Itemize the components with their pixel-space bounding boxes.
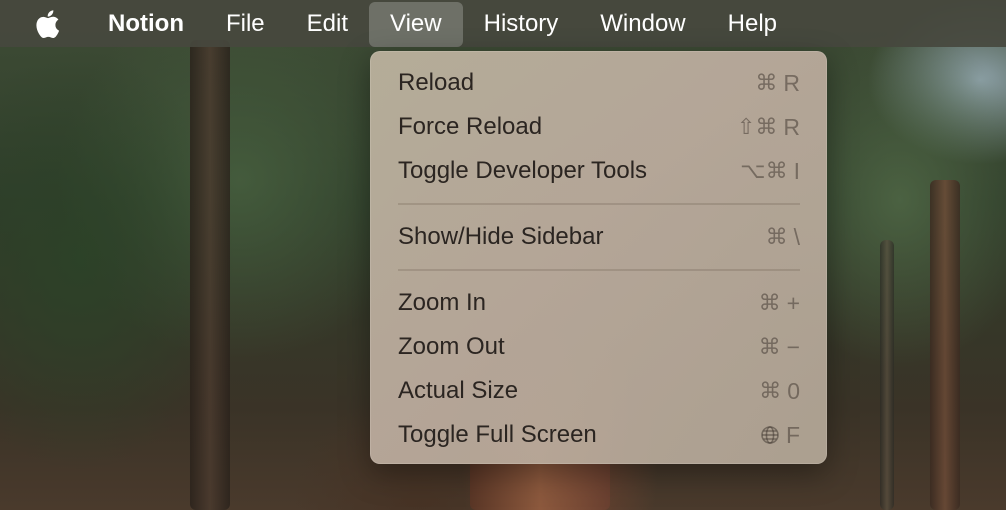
- menubar-file[interactable]: File: [205, 0, 286, 47]
- command-key-icon: ⌘: [758, 334, 781, 360]
- shortcut-key: F: [785, 421, 800, 448]
- menubar-edit[interactable]: Edit: [286, 0, 369, 47]
- shortcut-key: +: [786, 289, 800, 316]
- command-key-icon: ⌘: [755, 70, 778, 96]
- menu-separator: [398, 203, 800, 205]
- shortcut-key: R: [783, 113, 800, 140]
- option-command-key-icon: ⌥⌘: [740, 158, 788, 184]
- menu-item-label: Zoom In: [398, 289, 487, 316]
- menu-item-show-hide-sidebar[interactable]: Show/Hide Sidebar ⌘ \: [370, 215, 827, 259]
- shift-command-key-icon: ⇧⌘: [736, 114, 778, 140]
- keyboard-shortcut: ⌘ R: [755, 70, 800, 97]
- shortcut-key: \: [793, 223, 800, 250]
- globe-icon: [761, 426, 779, 444]
- menu-item-label: Toggle Full Screen: [398, 421, 597, 448]
- menu-item-toggle-full-screen[interactable]: Toggle Full Screen F: [370, 413, 827, 457]
- shortcut-key: R: [783, 69, 800, 96]
- shortcut-key: 0: [787, 377, 800, 404]
- apple-logo-icon[interactable]: [32, 9, 62, 39]
- menu-item-label: Toggle Developer Tools: [398, 157, 648, 184]
- keyboard-shortcut: ⇧⌘ R: [737, 114, 800, 141]
- menubar-help[interactable]: Help: [707, 0, 798, 47]
- menubar-app-name[interactable]: Notion: [84, 0, 205, 47]
- menu-item-zoom-in[interactable]: Zoom In ⌘ +: [370, 281, 827, 325]
- menu-item-label: Reload: [398, 69, 475, 96]
- menu-item-toggle-developer-tools[interactable]: Toggle Developer Tools ⌥⌘ I: [370, 149, 827, 193]
- tree-trunk: [930, 180, 960, 510]
- keyboard-shortcut: F: [760, 422, 800, 449]
- shortcut-key: −: [786, 333, 800, 360]
- menubar-window[interactable]: Window: [579, 0, 706, 47]
- keyboard-shortcut: ⌘ 0: [759, 378, 800, 405]
- command-key-icon: ⌘: [758, 290, 781, 316]
- menubar-history[interactable]: History: [463, 0, 580, 47]
- menu-item-actual-size[interactable]: Actual Size ⌘ 0: [370, 369, 827, 413]
- command-key-icon: ⌘: [759, 378, 782, 404]
- menu-item-label: Actual Size: [398, 377, 519, 404]
- command-key-icon: ⌘: [765, 224, 788, 250]
- keyboard-shortcut: ⌘ −: [759, 334, 800, 361]
- menu-bar: Notion File Edit View History Window Hel…: [0, 0, 1006, 47]
- menubar-view[interactable]: View: [369, 1, 463, 47]
- menu-item-label: Force Reload: [398, 113, 543, 140]
- menu-item-label: Show/Hide Sidebar: [398, 223, 604, 250]
- keyboard-shortcut: ⌘ \: [766, 224, 800, 251]
- tree-trunk: [190, 40, 230, 510]
- menu-item-zoom-out[interactable]: Zoom Out ⌘ −: [370, 325, 827, 369]
- menu-item-reload[interactable]: Reload ⌘ R: [370, 61, 827, 105]
- keyboard-shortcut: ⌥⌘ I: [740, 158, 800, 185]
- keyboard-shortcut: ⌘ +: [759, 290, 800, 317]
- menu-item-force-reload[interactable]: Force Reload ⇧⌘ R: [370, 105, 827, 149]
- tree-trunk: [880, 240, 894, 510]
- menu-item-label: Zoom Out: [398, 333, 505, 360]
- view-menu-dropdown: Reload ⌘ R Force Reload ⇧⌘ R Toggle Deve…: [370, 51, 827, 464]
- shortcut-key: I: [793, 157, 800, 184]
- menu-separator: [398, 269, 800, 271]
